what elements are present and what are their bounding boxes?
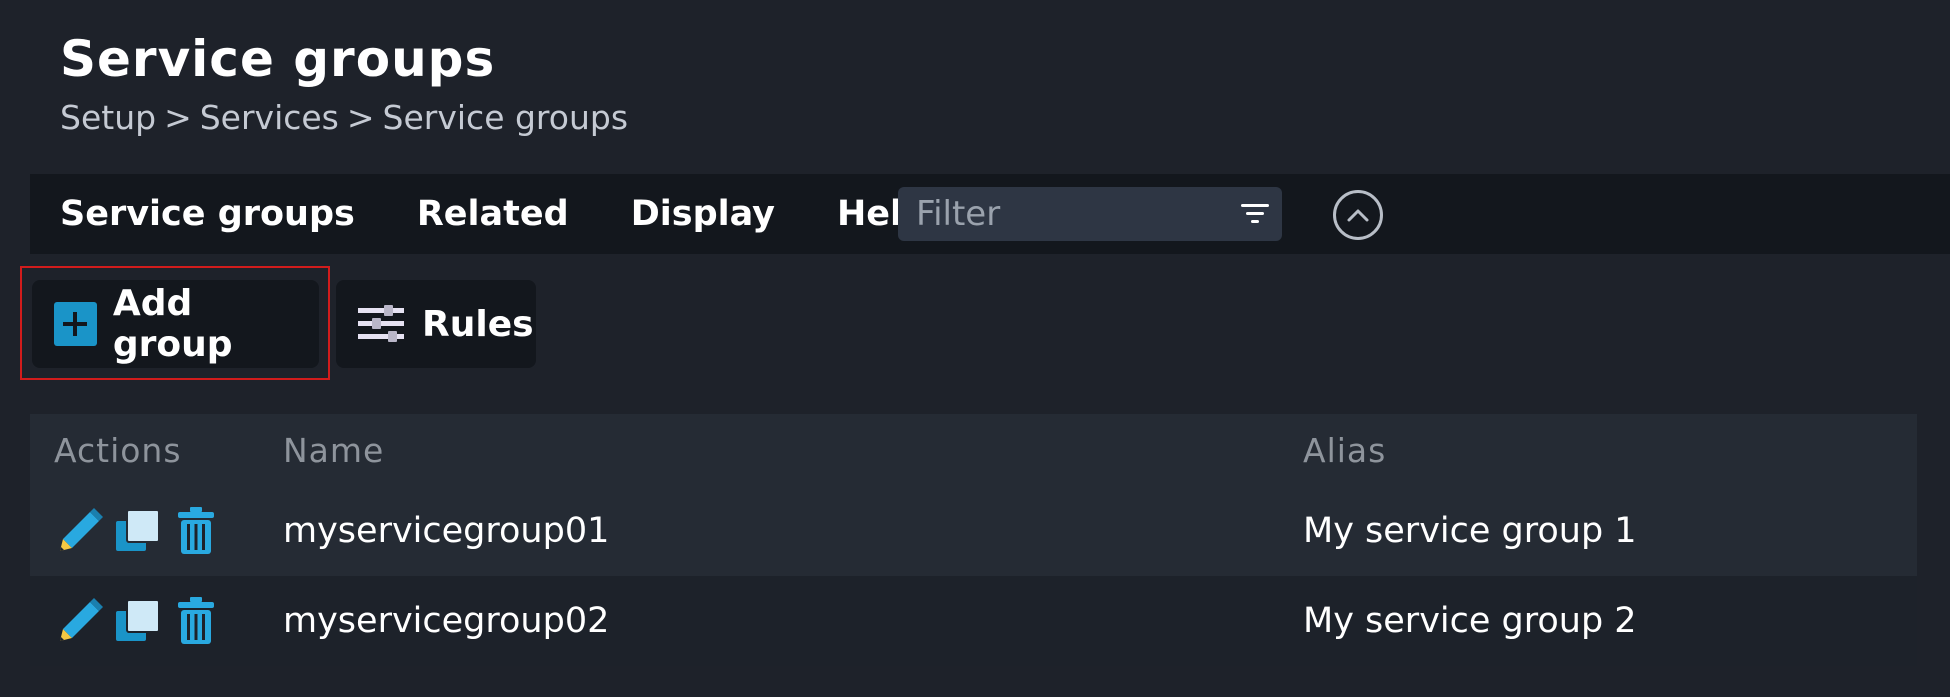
rules-label: Rules	[422, 303, 534, 345]
add-group-button[interactable]: Add group	[32, 280, 319, 368]
rules-icon	[358, 305, 404, 342]
plus-icon	[54, 302, 97, 346]
cell-name: myservicegroup02	[283, 601, 610, 641]
cell-alias: My service group 2	[1303, 601, 1637, 641]
menu-display[interactable]: Display	[631, 194, 775, 234]
page-title: Service groups	[60, 30, 496, 88]
breadcrumb-service-groups[interactable]: Service groups	[383, 98, 629, 137]
service-groups-table: Actions Name Alias myservicegroup01 My s…	[30, 414, 1917, 666]
column-header-actions: Actions	[54, 430, 182, 470]
menu-service-groups[interactable]: Service groups	[60, 194, 355, 234]
filter-box	[898, 187, 1282, 241]
chevron-up-icon	[1347, 209, 1369, 222]
clone-icon[interactable]	[112, 505, 164, 557]
rules-button[interactable]: Rules	[336, 280, 536, 368]
breadcrumb-separator: >	[346, 98, 375, 137]
menu-related[interactable]: Related	[417, 194, 569, 234]
row-actions	[30, 595, 283, 647]
page: Service groups Setup > Services > Service gr…	[0, 0, 1950, 697]
delete-trash-icon[interactable]	[170, 505, 222, 557]
breadcrumb-setup[interactable]: Setup	[60, 98, 156, 137]
breadcrumb: Setup > Services > Service groups	[60, 98, 628, 137]
delete-trash-icon[interactable]	[170, 595, 222, 647]
collapse-toggle-button[interactable]	[1333, 190, 1383, 240]
column-header-name[interactable]: Name	[283, 431, 1303, 470]
breadcrumb-services[interactable]: Services	[200, 98, 339, 137]
filter-icon[interactable]	[1240, 200, 1270, 228]
row-actions	[30, 505, 283, 557]
table-header: Actions Name Alias	[30, 414, 1917, 486]
edit-pencil-icon[interactable]	[54, 595, 106, 647]
table-row: myservicegroup02 My service group 2	[30, 576, 1917, 666]
breadcrumb-separator: >	[164, 98, 192, 137]
edit-pencil-icon[interactable]	[54, 505, 106, 557]
filter-input[interactable]	[898, 187, 1228, 241]
clone-icon[interactable]	[112, 595, 164, 647]
table-row: myservicegroup01 My service group 1	[30, 486, 1917, 576]
add-group-label: Add group	[112, 283, 233, 365]
cell-name: myservicegroup01	[283, 511, 610, 551]
cell-alias: My service group 1	[1303, 511, 1637, 551]
column-header-alias[interactable]: Alias	[1303, 431, 1917, 470]
menu-bar: Service groups Related Display Help	[30, 174, 1950, 254]
